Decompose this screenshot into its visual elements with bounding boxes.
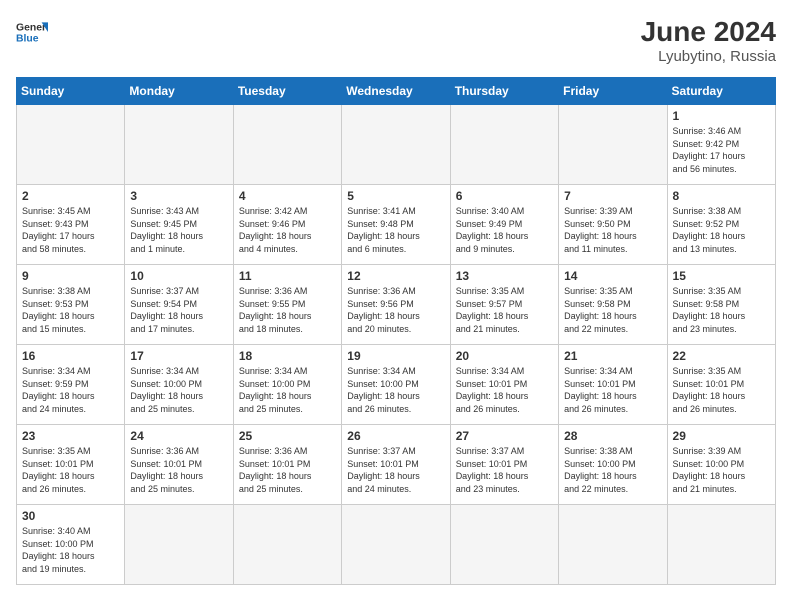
- table-row: 17Sunrise: 3:34 AMSunset: 10:00 PMDaylig…: [125, 345, 233, 425]
- header-sunday: Sunday: [17, 78, 125, 105]
- table-row: 14Sunrise: 3:35 AMSunset: 9:58 PMDayligh…: [559, 265, 667, 345]
- header-tuesday: Tuesday: [233, 78, 341, 105]
- table-row: [559, 105, 667, 185]
- calendar-row: 30Sunrise: 3:40 AMSunset: 10:00 PMDaylig…: [17, 505, 776, 585]
- calendar-row: 23Sunrise: 3:35 AMSunset: 10:01 PMDaylig…: [17, 425, 776, 505]
- table-row: 8Sunrise: 3:38 AMSunset: 9:52 PMDaylight…: [667, 185, 775, 265]
- weekday-header-row: Sunday Monday Tuesday Wednesday Thursday…: [17, 78, 776, 105]
- table-row: 6Sunrise: 3:40 AMSunset: 9:49 PMDaylight…: [450, 185, 558, 265]
- table-row: 16Sunrise: 3:34 AMSunset: 9:59 PMDayligh…: [17, 345, 125, 425]
- table-row: 4Sunrise: 3:42 AMSunset: 9:46 PMDaylight…: [233, 185, 341, 265]
- logo: General Blue: [16, 16, 48, 48]
- table-row: 7Sunrise: 3:39 AMSunset: 9:50 PMDaylight…: [559, 185, 667, 265]
- table-row: [125, 505, 233, 585]
- table-row: 2Sunrise: 3:45 AMSunset: 9:43 PMDaylight…: [17, 185, 125, 265]
- svg-text:Blue: Blue: [16, 34, 39, 45]
- table-row: 15Sunrise: 3:35 AMSunset: 9:58 PMDayligh…: [667, 265, 775, 345]
- table-row: 13Sunrise: 3:35 AMSunset: 9:57 PMDayligh…: [450, 265, 558, 345]
- header-thursday: Thursday: [450, 78, 558, 105]
- table-row: 1Sunrise: 3:46 AMSunset: 9:42 PMDaylight…: [667, 105, 775, 185]
- table-row: [233, 105, 341, 185]
- table-row: 12Sunrise: 3:36 AMSunset: 9:56 PMDayligh…: [342, 265, 450, 345]
- table-row: [559, 505, 667, 585]
- table-row: [233, 505, 341, 585]
- table-row: [17, 105, 125, 185]
- month-year-title: June 2024: [641, 16, 776, 48]
- table-row: 23Sunrise: 3:35 AMSunset: 10:01 PMDaylig…: [17, 425, 125, 505]
- header-friday: Friday: [559, 78, 667, 105]
- table-row: 22Sunrise: 3:35 AMSunset: 10:01 PMDaylig…: [667, 345, 775, 425]
- calendar-row: 9Sunrise: 3:38 AMSunset: 9:53 PMDaylight…: [17, 265, 776, 345]
- table-row: [342, 505, 450, 585]
- table-row: [342, 105, 450, 185]
- calendar-row: 1Sunrise: 3:46 AMSunset: 9:42 PMDaylight…: [17, 105, 776, 185]
- table-row: 26Sunrise: 3:37 AMSunset: 10:01 PMDaylig…: [342, 425, 450, 505]
- table-row: 9Sunrise: 3:38 AMSunset: 9:53 PMDaylight…: [17, 265, 125, 345]
- table-row: 11Sunrise: 3:36 AMSunset: 9:55 PMDayligh…: [233, 265, 341, 345]
- header-saturday: Saturday: [667, 78, 775, 105]
- table-row: 10Sunrise: 3:37 AMSunset: 9:54 PMDayligh…: [125, 265, 233, 345]
- table-row: 28Sunrise: 3:38 AMSunset: 10:00 PMDaylig…: [559, 425, 667, 505]
- title-block: June 2024 Lyubytino, Russia: [641, 16, 776, 65]
- table-row: [450, 505, 558, 585]
- table-row: 27Sunrise: 3:37 AMSunset: 10:01 PMDaylig…: [450, 425, 558, 505]
- calendar-table: Sunday Monday Tuesday Wednesday Thursday…: [16, 77, 776, 585]
- logo-icon: General Blue: [16, 16, 48, 48]
- location-subtitle: Lyubytino, Russia: [641, 48, 776, 65]
- table-row: [667, 505, 775, 585]
- calendar-row: 16Sunrise: 3:34 AMSunset: 9:59 PMDayligh…: [17, 345, 776, 425]
- header-wednesday: Wednesday: [342, 78, 450, 105]
- table-row: 30Sunrise: 3:40 AMSunset: 10:00 PMDaylig…: [17, 505, 125, 585]
- table-row: 5Sunrise: 3:41 AMSunset: 9:48 PMDaylight…: [342, 185, 450, 265]
- table-row: 29Sunrise: 3:39 AMSunset: 10:00 PMDaylig…: [667, 425, 775, 505]
- table-row: 19Sunrise: 3:34 AMSunset: 10:00 PMDaylig…: [342, 345, 450, 425]
- table-row: [125, 105, 233, 185]
- header-monday: Monday: [125, 78, 233, 105]
- table-row: 25Sunrise: 3:36 AMSunset: 10:01 PMDaylig…: [233, 425, 341, 505]
- table-row: [450, 105, 558, 185]
- table-row: 21Sunrise: 3:34 AMSunset: 10:01 PMDaylig…: [559, 345, 667, 425]
- table-row: 24Sunrise: 3:36 AMSunset: 10:01 PMDaylig…: [125, 425, 233, 505]
- page-header: General Blue June 2024 Lyubytino, Russia: [16, 16, 776, 65]
- table-row: 3Sunrise: 3:43 AMSunset: 9:45 PMDaylight…: [125, 185, 233, 265]
- calendar-row: 2Sunrise: 3:45 AMSunset: 9:43 PMDaylight…: [17, 185, 776, 265]
- table-row: 18Sunrise: 3:34 AMSunset: 10:00 PMDaylig…: [233, 345, 341, 425]
- table-row: 20Sunrise: 3:34 AMSunset: 10:01 PMDaylig…: [450, 345, 558, 425]
